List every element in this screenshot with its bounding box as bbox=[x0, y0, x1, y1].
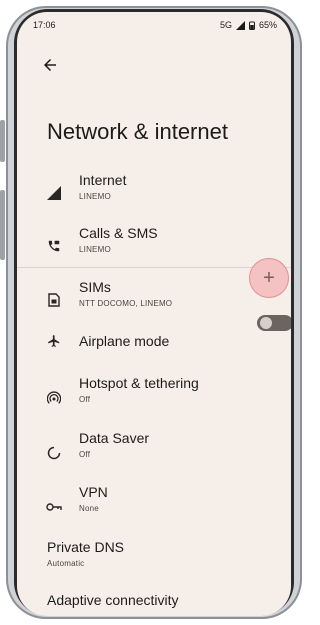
back-arrow-icon[interactable] bbox=[41, 56, 59, 74]
airplane-mode-label: Airplane mode bbox=[79, 333, 170, 349]
add-icon: + bbox=[263, 266, 275, 289]
internet-item[interactable]: Internet LINEMO bbox=[17, 172, 291, 212]
adaptive-connectivity-label: Adaptive connectivity bbox=[47, 592, 179, 608]
volume-button bbox=[0, 120, 5, 162]
toggle-knob bbox=[260, 317, 272, 329]
section-divider bbox=[17, 267, 291, 268]
add-sim-button[interactable]: + bbox=[249, 258, 289, 298]
phone-sms-icon bbox=[45, 237, 63, 255]
signal-icon bbox=[235, 20, 245, 30]
page-title: Network & internet bbox=[47, 119, 228, 144]
calls-sms-item[interactable]: Calls & SMS LINEMO bbox=[17, 225, 291, 265]
vpn-item[interactable]: VPN None bbox=[17, 484, 291, 524]
internet-sub: LINEMO bbox=[79, 192, 111, 201]
status-bar: 17:06 5G 65% bbox=[17, 12, 291, 38]
airplane-icon bbox=[45, 332, 63, 350]
internet-label: Internet bbox=[79, 172, 127, 188]
power-button bbox=[0, 190, 5, 260]
hotspot-label: Hotspot & tethering bbox=[79, 375, 199, 391]
data-saver-sub: Off bbox=[79, 450, 91, 459]
airplane-mode-item[interactable]: Airplane mode bbox=[17, 332, 291, 352]
battery-percent: 65% bbox=[258, 20, 277, 30]
sims-label: SIMs bbox=[79, 279, 111, 295]
network-type: 5G bbox=[219, 20, 232, 30]
calls-sms-label: Calls & SMS bbox=[79, 225, 158, 241]
sims-sub: NTT DOCOMO, LINEMO bbox=[79, 299, 173, 308]
adaptive-connectivity-item[interactable]: Adaptive connectivity bbox=[17, 592, 291, 612]
calls-sms-sub: LINEMO bbox=[79, 245, 111, 254]
status-icons: 5G 65% bbox=[220, 20, 277, 30]
data-saver-icon bbox=[45, 444, 63, 462]
vpn-sub: None bbox=[79, 504, 99, 513]
private-dns-item[interactable]: Private DNS Automatic bbox=[17, 539, 291, 579]
hotspot-item[interactable]: Hotspot & tethering Off bbox=[17, 375, 291, 415]
data-saver-item[interactable]: Data Saver Off bbox=[17, 430, 291, 470]
battery-icon bbox=[248, 21, 255, 30]
private-dns-sub: Automatic bbox=[47, 559, 85, 568]
status-time: 17:06 bbox=[33, 20, 56, 30]
vpn-key-icon bbox=[45, 498, 63, 516]
airplane-mode-toggle[interactable] bbox=[257, 315, 291, 331]
vpn-label: VPN bbox=[79, 484, 108, 500]
sim-card-icon bbox=[45, 291, 63, 309]
data-saver-label: Data Saver bbox=[79, 430, 150, 446]
wifi-signal-icon bbox=[45, 184, 63, 202]
private-dns-label: Private DNS bbox=[47, 539, 125, 555]
hotspot-sub: Off bbox=[79, 395, 91, 404]
hotspot-icon bbox=[45, 389, 63, 407]
phone-screen: 17:06 5G 65% Network & internet Internet… bbox=[17, 12, 291, 616]
